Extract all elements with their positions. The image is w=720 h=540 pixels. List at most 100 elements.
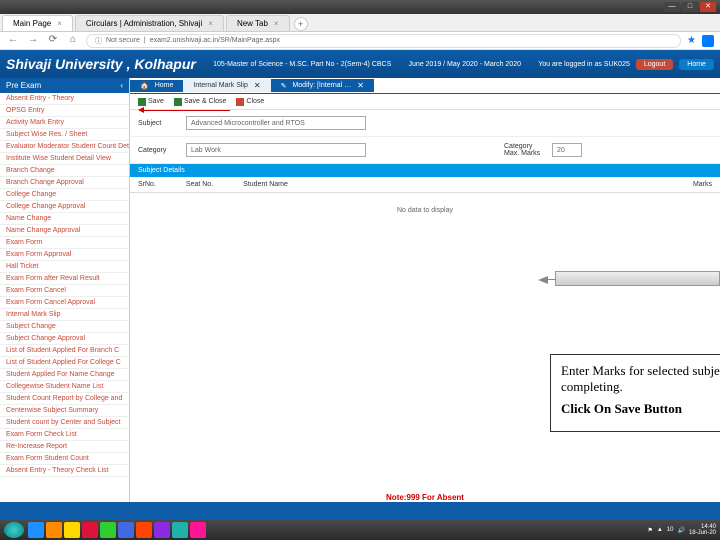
close-icon <box>236 98 244 106</box>
close-icon[interactable]: ✕ <box>357 81 364 90</box>
sidebar-item[interactable]: Exam Form after Reval Result <box>0 273 129 285</box>
close-icon[interactable]: × <box>57 19 62 28</box>
save-icon <box>138 98 146 106</box>
sidebar-header[interactable]: Pre Exam ‹ <box>0 78 129 93</box>
collapse-icon[interactable]: ‹ <box>120 81 123 90</box>
tray-flag-icon[interactable]: ⚑ <box>647 527 652 534</box>
sidebar-item[interactable]: Hall Ticket <box>0 261 129 273</box>
sidebar-item[interactable]: Subject Change <box>0 321 129 333</box>
sidebar-item[interactable]: List of Student Applied For College C <box>0 357 129 369</box>
taskbar-app-icon[interactable] <box>46 522 62 538</box>
content-area: 🏠 Home Internal Mark Slip ✕ ✎ Modify: [I… <box>130 78 720 508</box>
reload-button[interactable]: ⟳ <box>46 34 60 48</box>
sidebar-item[interactable]: Activity Mark Entry <box>0 117 129 129</box>
home-button[interactable]: ⌂ <box>66 34 80 48</box>
close-icon[interactable]: × <box>274 19 279 28</box>
button-label: Save & Close <box>184 98 226 105</box>
tab-label: Circulars | Administration, Shivaji <box>86 19 202 28</box>
tray-vol-icon[interactable]: 🔊 <box>677 527 684 534</box>
sidebar-item[interactable]: Exam Form Check List <box>0 429 129 441</box>
tab-internal-mark-slip[interactable]: Internal Mark Slip ✕ <box>183 79 270 92</box>
sidebar-item[interactable]: Exam Form <box>0 237 129 249</box>
taskbar-app-icon[interactable] <box>64 522 80 538</box>
sidebar-item[interactable]: Absent Entry - Theory <box>0 93 129 105</box>
maximize-button[interactable]: □ <box>682 2 698 12</box>
taskbar-app-icon[interactable] <box>154 522 170 538</box>
sidebar-item[interactable]: Exam Form Approval <box>0 249 129 261</box>
tab-home[interactable]: 🏠 Home <box>130 80 183 92</box>
system-tray: ⚑ ▲ 10 🔊 14:40 18-Jun-20 <box>647 524 716 536</box>
address-bar[interactable]: ⓘ Not secure | exam2.unishivaji.ac.in/SR… <box>86 34 681 48</box>
taskbar-app-icon[interactable] <box>100 522 116 538</box>
taskbar-app-icon[interactable] <box>118 522 134 538</box>
tray-count: 10 <box>667 527 674 533</box>
logout-button[interactable]: Logout <box>636 59 673 70</box>
taskbar-app-icon[interactable] <box>28 522 44 538</box>
taskbar-app-icon[interactable] <box>190 522 206 538</box>
taskbar-app-icon[interactable] <box>172 522 188 538</box>
taskbar-app-icon[interactable] <box>136 522 152 538</box>
save-close-button[interactable]: Save & Close <box>174 98 226 106</box>
program-label: 105-Master of Science - M.SC. Part No - … <box>213 61 391 68</box>
browser-tab-newtab[interactable]: New Tab × <box>226 15 290 31</box>
tab-label: New Tab <box>237 19 268 28</box>
taskbar-app-icon[interactable] <box>82 522 98 538</box>
browser-tab-main[interactable]: Main Page× <box>2 15 73 31</box>
sidebar-item[interactable]: Student count by Center and Subject <box>0 417 129 429</box>
minimize-button[interactable]: — <box>664 2 680 12</box>
sidebar-item[interactable]: Institute Wise Student Detail View <box>0 153 129 165</box>
new-tab-button[interactable]: + <box>294 17 308 31</box>
tab-modify-internal[interactable]: ✎ Modify: [Internal … ✕ <box>271 79 374 92</box>
callout-line2: Click On Save Button <box>561 401 720 417</box>
col-marks: Marks <box>693 181 712 188</box>
close-button[interactable]: Close <box>236 98 264 106</box>
tray-up-icon[interactable]: ▲ <box>657 527 663 533</box>
save-button[interactable]: Save <box>138 98 164 106</box>
forward-button[interactable]: → <box>26 34 40 48</box>
main-area: Pre Exam ‹ Absent Entry - TheoryOPSG Ent… <box>0 78 720 508</box>
sidebar-item[interactable]: Exam Form Cancel Approval <box>0 297 129 309</box>
toolbar: Save Save & Close Close <box>130 94 720 110</box>
sidebar-item[interactable]: Subject Wise Res. / Sheet <box>0 129 129 141</box>
bookmark-star-icon[interactable]: ★ <box>687 35 696 46</box>
sidebar-item[interactable]: Student Applied For Name Change <box>0 369 129 381</box>
category-field[interactable]: Lab Work <box>186 143 366 157</box>
sidebar-item[interactable]: Branch Change <box>0 165 129 177</box>
no-data-message: No data to display <box>130 193 720 228</box>
absent-note: Note:999 For Absent <box>386 493 464 502</box>
annotation-box <box>555 271 720 286</box>
window-close-button[interactable]: ✕ <box>700 2 716 12</box>
university-title: Shivaji University , Kolhapur <box>6 56 196 72</box>
start-button[interactable] <box>4 522 24 538</box>
browser-tab-circulars[interactable]: Circulars | Administration, Shivaji × <box>75 15 224 31</box>
sidebar-item[interactable]: OPSG Entry <box>0 105 129 117</box>
sidebar-item[interactable]: College Change Approval <box>0 201 129 213</box>
sidebar-item[interactable]: Name Change Approval <box>0 225 129 237</box>
sidebar-item[interactable]: Internal Mark Slip <box>0 309 129 321</box>
sidebar-item[interactable]: Evaluator Moderator Student Count Detail… <box>0 141 129 153</box>
sidebar-item[interactable]: Exam Form Cancel <box>0 285 129 297</box>
extension-icon[interactable] <box>702 35 714 47</box>
sidebar-item[interactable]: Exam Form Student Count <box>0 453 129 465</box>
col-student: Student Name <box>243 181 288 188</box>
back-button[interactable]: ← <box>6 34 20 48</box>
sidebar-item[interactable]: Centerwise Subject Summary <box>0 405 129 417</box>
sidebar-item[interactable]: Name Change <box>0 213 129 225</box>
sidebar-item[interactable]: College Change <box>0 189 129 201</box>
sidebar-item[interactable]: Absent Entry - Theory Check List <box>0 465 129 477</box>
close-icon[interactable]: ✕ <box>254 81 261 90</box>
tray-date: 18-Jun-20 <box>689 530 716 536</box>
sidebar-item[interactable]: Re-Increase Report <box>0 441 129 453</box>
subject-field[interactable]: Advanced Microcontroller and RTOS <box>186 116 366 130</box>
sidebar-item[interactable]: Student Count Report by College and <box>0 393 129 405</box>
home-button-top[interactable]: Home <box>679 59 714 70</box>
annotation-arrow <box>140 110 230 111</box>
sidebar-item[interactable]: Collegewise Student Name List <box>0 381 129 393</box>
sidebar-item[interactable]: Branch Change Approval <box>0 177 129 189</box>
app-header: Shivaji University , Kolhapur 105-Master… <box>0 50 720 78</box>
date-range: June 2019 / May 2020 - March 2020 <box>409 61 521 68</box>
sidebar-item[interactable]: List of Student Applied For Branch C <box>0 345 129 357</box>
sidebar-item[interactable]: Subject Change Approval <box>0 333 129 345</box>
catmax-field[interactable]: 20 <box>552 143 582 157</box>
close-icon[interactable]: × <box>208 19 213 28</box>
